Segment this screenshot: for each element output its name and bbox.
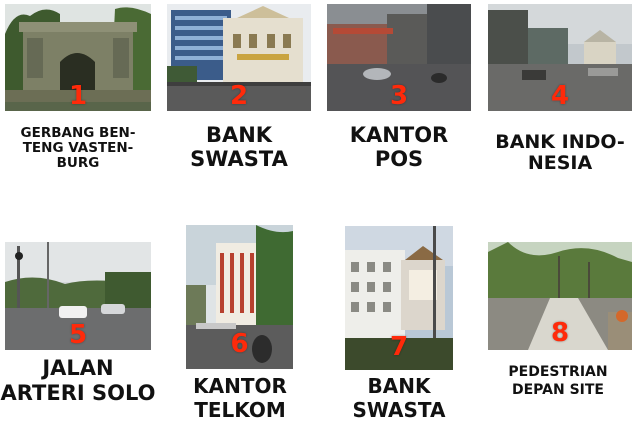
caption-line: GERBANG BEN- bbox=[20, 125, 136, 141]
photo-2-private-bank: 2 bbox=[167, 4, 311, 111]
photo-caption-7: BANK SWASTA bbox=[335, 374, 463, 422]
caption-line: TENG VASTEN- bbox=[22, 140, 134, 157]
caption-line: TELKOM bbox=[194, 397, 286, 422]
caption-line: BURG bbox=[56, 155, 100, 172]
photo-6-telkom-office: 6 bbox=[186, 225, 293, 369]
caption-line: SWASTA bbox=[190, 146, 288, 171]
photo-number: 5 bbox=[68, 320, 88, 350]
photo-5-arterial-road: 5 bbox=[5, 242, 151, 350]
photo-number: 2 bbox=[229, 81, 249, 111]
photo-caption-5: JALAN ARTERI SOLO bbox=[0, 356, 156, 406]
photo-number: 4 bbox=[550, 81, 570, 111]
photo-1-fort-gate: 1 bbox=[5, 4, 151, 111]
photo-number: 6 bbox=[230, 329, 249, 359]
caption-line: POS bbox=[374, 146, 424, 171]
caption-line: KANTOR bbox=[193, 374, 287, 398]
photo-number: 1 bbox=[68, 81, 88, 111]
caption-line: NESIA bbox=[527, 152, 593, 175]
photo-caption-3: KANTOR POS bbox=[327, 123, 471, 171]
photo-caption-4: BANK INDO- NESIA bbox=[488, 131, 632, 175]
photo-7-private-bank: 7 bbox=[345, 226, 453, 370]
caption-line: PEDESTRIAN bbox=[508, 364, 608, 380]
photo-caption-1: GERBANG BEN- TENG VASTEN- BURG bbox=[5, 125, 151, 172]
caption-line: ARTERI SOLO bbox=[0, 381, 156, 406]
caption-line: BANK bbox=[367, 374, 431, 398]
caption-line: DEPAN SITE bbox=[512, 381, 604, 398]
photo-3-post-office: 3 bbox=[327, 4, 471, 111]
photo-caption-2: BANK SWASTA bbox=[167, 123, 311, 171]
photo-number: 7 bbox=[389, 332, 409, 362]
photo-number: 3 bbox=[389, 81, 409, 111]
caption-line: BANK bbox=[205, 123, 273, 147]
caption-line: JALAN bbox=[42, 356, 114, 380]
photo-number: 8 bbox=[550, 318, 570, 348]
caption-line: BANK INDO- bbox=[495, 131, 625, 153]
caption-line: KANTOR bbox=[349, 123, 449, 147]
photo-caption-8: PEDESTRIAN DEPAN SITE bbox=[484, 364, 632, 400]
caption-line: SWASTA bbox=[352, 397, 446, 422]
photo-4-bank-indonesia: 4 bbox=[488, 4, 632, 111]
photo-8-pedestrian-walkway: 8 bbox=[488, 242, 632, 350]
photo-caption-6: KANTOR TELKOM bbox=[176, 374, 304, 422]
